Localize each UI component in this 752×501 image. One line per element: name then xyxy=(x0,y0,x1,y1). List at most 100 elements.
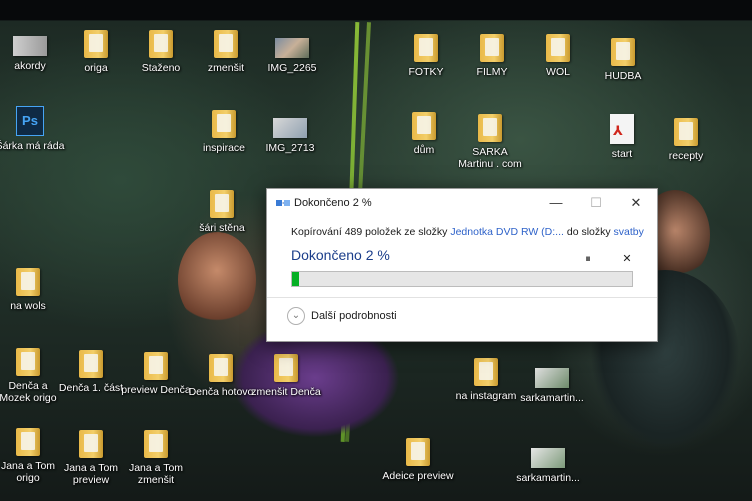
close-button[interactable]: ✕ xyxy=(619,193,653,213)
desktop-icon-na-wols[interactable]: na wols xyxy=(0,268,64,312)
desktop-icon-denca-hotovo[interactable]: Denča hotovo xyxy=(185,354,257,398)
folder-icon xyxy=(212,110,236,138)
image-thumbnail-icon xyxy=(531,448,565,468)
copy-progress-dialog: Dokončeno 2 % — ☐ ✕ Kopírování 489 polož… xyxy=(266,188,658,342)
desktop-icon-label: Jana a Tom zmenšit xyxy=(128,462,184,486)
desktop-icon-jana-a-tom-preview[interactable]: Jana a Tom preview xyxy=(55,430,127,486)
folder-icon xyxy=(674,118,698,146)
chevron-down-icon: ⌄ xyxy=(287,307,305,325)
desktop-icon-sarkamartin-1[interactable]: sarkamartin... xyxy=(516,368,588,404)
image-thumbnail-icon xyxy=(273,118,307,138)
folder-icon xyxy=(478,114,502,142)
cancel-copy-button[interactable]: ✕ xyxy=(618,251,636,267)
desktop-icon-inspirace[interactable]: inspirace xyxy=(188,110,260,154)
folder-icon xyxy=(16,348,40,376)
desktop-icon-label: FOTKY xyxy=(408,66,444,78)
desktop-icon-label: zmenšit xyxy=(207,62,245,74)
file-copy-icon xyxy=(276,200,290,206)
desktop-icon-origa[interactable]: origa xyxy=(60,30,132,74)
top-edge xyxy=(0,0,752,20)
desktop-icon-label: Adeice preview xyxy=(382,470,454,482)
desktop-icon-akordy[interactable]: akordy xyxy=(0,36,66,72)
desktop-icon-label: akordy xyxy=(14,60,46,72)
desktop-icon-filmy[interactable]: FILMY xyxy=(456,34,528,78)
desktop-icon-denca-1-cast[interactable]: Denča 1. část xyxy=(55,350,127,394)
pdf-file-icon: ⅄ xyxy=(610,114,634,144)
folder-icon xyxy=(144,430,168,458)
desktop-icon-img-2265[interactable]: IMG_2265 xyxy=(256,38,328,74)
desktop-icon-na-instagram[interactable]: na instagram xyxy=(450,358,522,402)
minimize-button[interactable]: — xyxy=(539,193,573,213)
desktop-icon-label: Denča hotovo xyxy=(188,386,254,398)
more-details-label: Další podrobnosti xyxy=(311,310,397,322)
image-thumbnail-icon xyxy=(275,38,309,58)
climber-woman xyxy=(178,232,256,328)
folder-icon xyxy=(412,112,436,140)
progress-bar xyxy=(291,271,633,287)
folder-icon xyxy=(414,34,438,62)
desktop-icon-label: zmenšit Denča xyxy=(251,386,321,398)
folder-icon xyxy=(16,428,40,456)
desktop-icon-sarka-martinu-com[interactable]: SARKA Martinu . com xyxy=(454,114,526,170)
progress-status: Dokončeno 2 % xyxy=(291,247,390,263)
desktop-icon-label: sarkamartin... xyxy=(520,392,584,404)
desktop-icon-label: šári stěna xyxy=(199,222,245,234)
desktop-icon-dum[interactable]: dům xyxy=(388,112,460,156)
folder-icon xyxy=(611,38,635,66)
maximize-button[interactable]: ☐ xyxy=(579,193,613,213)
desktop-icon-label: WOL xyxy=(546,66,570,78)
desktop-icon-sarkamartin-2[interactable]: sarkamartin... xyxy=(512,448,584,484)
desktop-icon-recepty[interactable]: recepty xyxy=(650,118,722,162)
desktop-icon-hudba[interactable]: HUDBA xyxy=(587,38,659,82)
desktop-icon-wol[interactable]: WOL xyxy=(522,34,594,78)
desktop-icon-label: HUDBA xyxy=(604,70,642,82)
source-link[interactable]: Jednotka DVD RW (D:... xyxy=(450,226,564,238)
desktop-icon-jana-a-tom-zmensit[interactable]: Jana a Tom zmenšit xyxy=(120,430,192,486)
destination-link[interactable]: svatby xyxy=(614,226,644,238)
desktop-icon-adeice-preview[interactable]: Adeice preview xyxy=(382,438,454,482)
desktop-icon-sarka-ma-rada[interactable]: Ps Šárka má ráda xyxy=(0,106,66,152)
acrobat-mark-icon: ⅄ xyxy=(613,123,623,138)
desktop-icon-img-2713[interactable]: IMG_2713 xyxy=(254,118,326,154)
folder-icon xyxy=(406,438,430,466)
folder-icon xyxy=(16,268,40,296)
desktop-icon-label: recepty xyxy=(668,150,704,162)
desktop-icon-zmensit[interactable]: zmenšit xyxy=(190,30,262,74)
desktop-icon-label: dům xyxy=(413,144,435,156)
desktop-icon-zmensit-denca[interactable]: zmenšit Denča xyxy=(250,354,322,398)
folder-icon xyxy=(210,190,234,218)
desktop-icon-label: na wols xyxy=(10,300,46,312)
dialog-divider xyxy=(267,297,657,298)
copy-description-mid: do složky xyxy=(563,226,614,238)
desktop-icon-label: na instagram xyxy=(455,390,517,402)
desktop-icon-label: sarkamartin... xyxy=(516,472,580,484)
desktop-icon-label: Šárka má ráda xyxy=(0,140,65,152)
desktop-icon-label: Jana a Tom preview xyxy=(63,462,119,486)
image-thumbnail-icon xyxy=(535,368,569,388)
desktop-icon-label: FILMY xyxy=(476,66,508,78)
desktop-icon-label: preview Denča xyxy=(121,384,191,396)
folder-icon xyxy=(274,354,298,382)
image-thumbnail-icon xyxy=(13,36,47,56)
desktop-icon-fotky[interactable]: FOTKY xyxy=(390,34,462,78)
folder-icon xyxy=(480,34,504,62)
folder-icon xyxy=(546,34,570,62)
folder-icon xyxy=(79,430,103,458)
photoshop-file-icon: Ps xyxy=(16,106,44,136)
folder-icon xyxy=(144,352,168,380)
desktop-icon-stazeno[interactable]: Staženo xyxy=(125,30,197,74)
copy-description: Kopírování 489 položek ze složky Jednotk… xyxy=(291,226,644,238)
pause-button[interactable]: ⏸ xyxy=(579,251,597,267)
copy-description-prefix: Kopírování 489 položek ze složky xyxy=(291,226,451,238)
folder-icon xyxy=(209,354,233,382)
desktop-icon-label: Staženo xyxy=(141,62,181,74)
folder-icon xyxy=(84,30,108,58)
progress-bar-fill xyxy=(292,272,299,286)
folder-icon xyxy=(474,358,498,386)
desktop-icon-sari-stena[interactable]: šári stěna xyxy=(186,190,258,234)
desktop-icon-start[interactable]: ⅄ start xyxy=(586,114,658,160)
desktop-icon-label: start xyxy=(611,148,633,160)
desktop-icon-preview-denca[interactable]: preview Denča xyxy=(120,352,192,396)
dialog-titlebar[interactable]: Dokončeno 2 % — ☐ ✕ xyxy=(267,189,657,217)
desktop-icon-label: Denča 1. část xyxy=(58,382,124,394)
